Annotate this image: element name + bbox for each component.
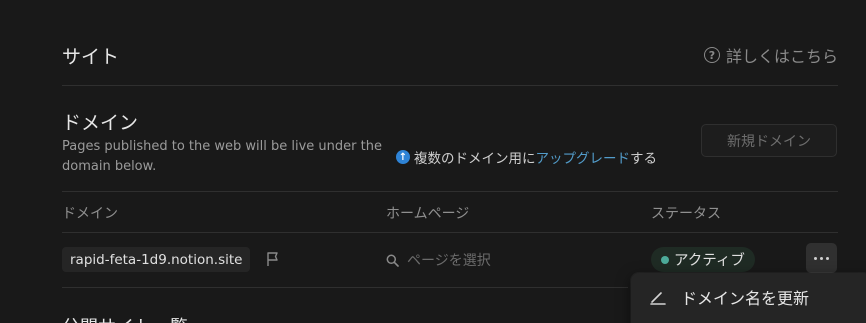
rename-domain-menu-item[interactable]: ドメイン名を更新 <box>649 285 809 309</box>
upgrade-note: ↑ 複数のドメイン用に アップグレード する <box>396 147 657 167</box>
context-menu: ドメイン名を更新 <box>631 273 866 323</box>
status-dot <box>661 255 669 264</box>
question-icon: ? <box>703 47 720 63</box>
divider <box>62 85 838 86</box>
column-header-domain: ドメイン <box>62 206 118 222</box>
status-label: アクティブ <box>674 253 745 269</box>
dot <box>820 256 823 260</box>
column-header-status: ステータス <box>651 206 721 222</box>
upgrade-link[interactable]: アップグレード <box>536 147 631 167</box>
homepage-select-placeholder: ページを選択 <box>407 253 491 269</box>
status-badge: アクティブ <box>651 247 755 272</box>
domain-section-title: ドメイン <box>62 112 139 134</box>
divider <box>62 287 628 288</box>
rename-domain-label: ドメイン名を更新 <box>681 289 810 308</box>
dot <box>814 256 817 260</box>
upgrade-note-prefix: 複数のドメイン用に <box>414 151 536 167</box>
help-link-label: 詳しくはこちら <box>725 47 838 66</box>
settings-page: サイト ? 詳しくはこちら ドメイン Pages published to th… <box>0 0 866 323</box>
dot <box>826 256 829 260</box>
arrow-up-circle-icon: ↑ <box>396 150 410 164</box>
domain-name-chip: rapid-feta-1d9.notion.site <box>62 247 251 272</box>
site-section-title: サイト <box>62 45 120 68</box>
divider <box>62 191 838 192</box>
domain-section-description: Pages published to the web will be live … <box>62 139 382 174</box>
divider <box>62 232 838 233</box>
help-link[interactable]: ? 詳しくはこちら <box>703 43 838 67</box>
search-icon <box>386 254 399 267</box>
homepage-select[interactable]: ページを選択 <box>386 250 491 270</box>
column-header-homepage: ホームページ <box>386 206 470 222</box>
pencil-icon <box>650 292 666 305</box>
site-section-header: サイト ? 詳しくはこちら <box>62 40 838 70</box>
upgrade-note-suffix: する <box>630 151 657 167</box>
new-domain-button[interactable]: 新規ドメイン <box>701 124 837 157</box>
more-options-button[interactable] <box>806 243 837 273</box>
published-sites-heading: 公開サイト一覧 <box>62 313 188 323</box>
flag-icon[interactable] <box>265 251 281 267</box>
